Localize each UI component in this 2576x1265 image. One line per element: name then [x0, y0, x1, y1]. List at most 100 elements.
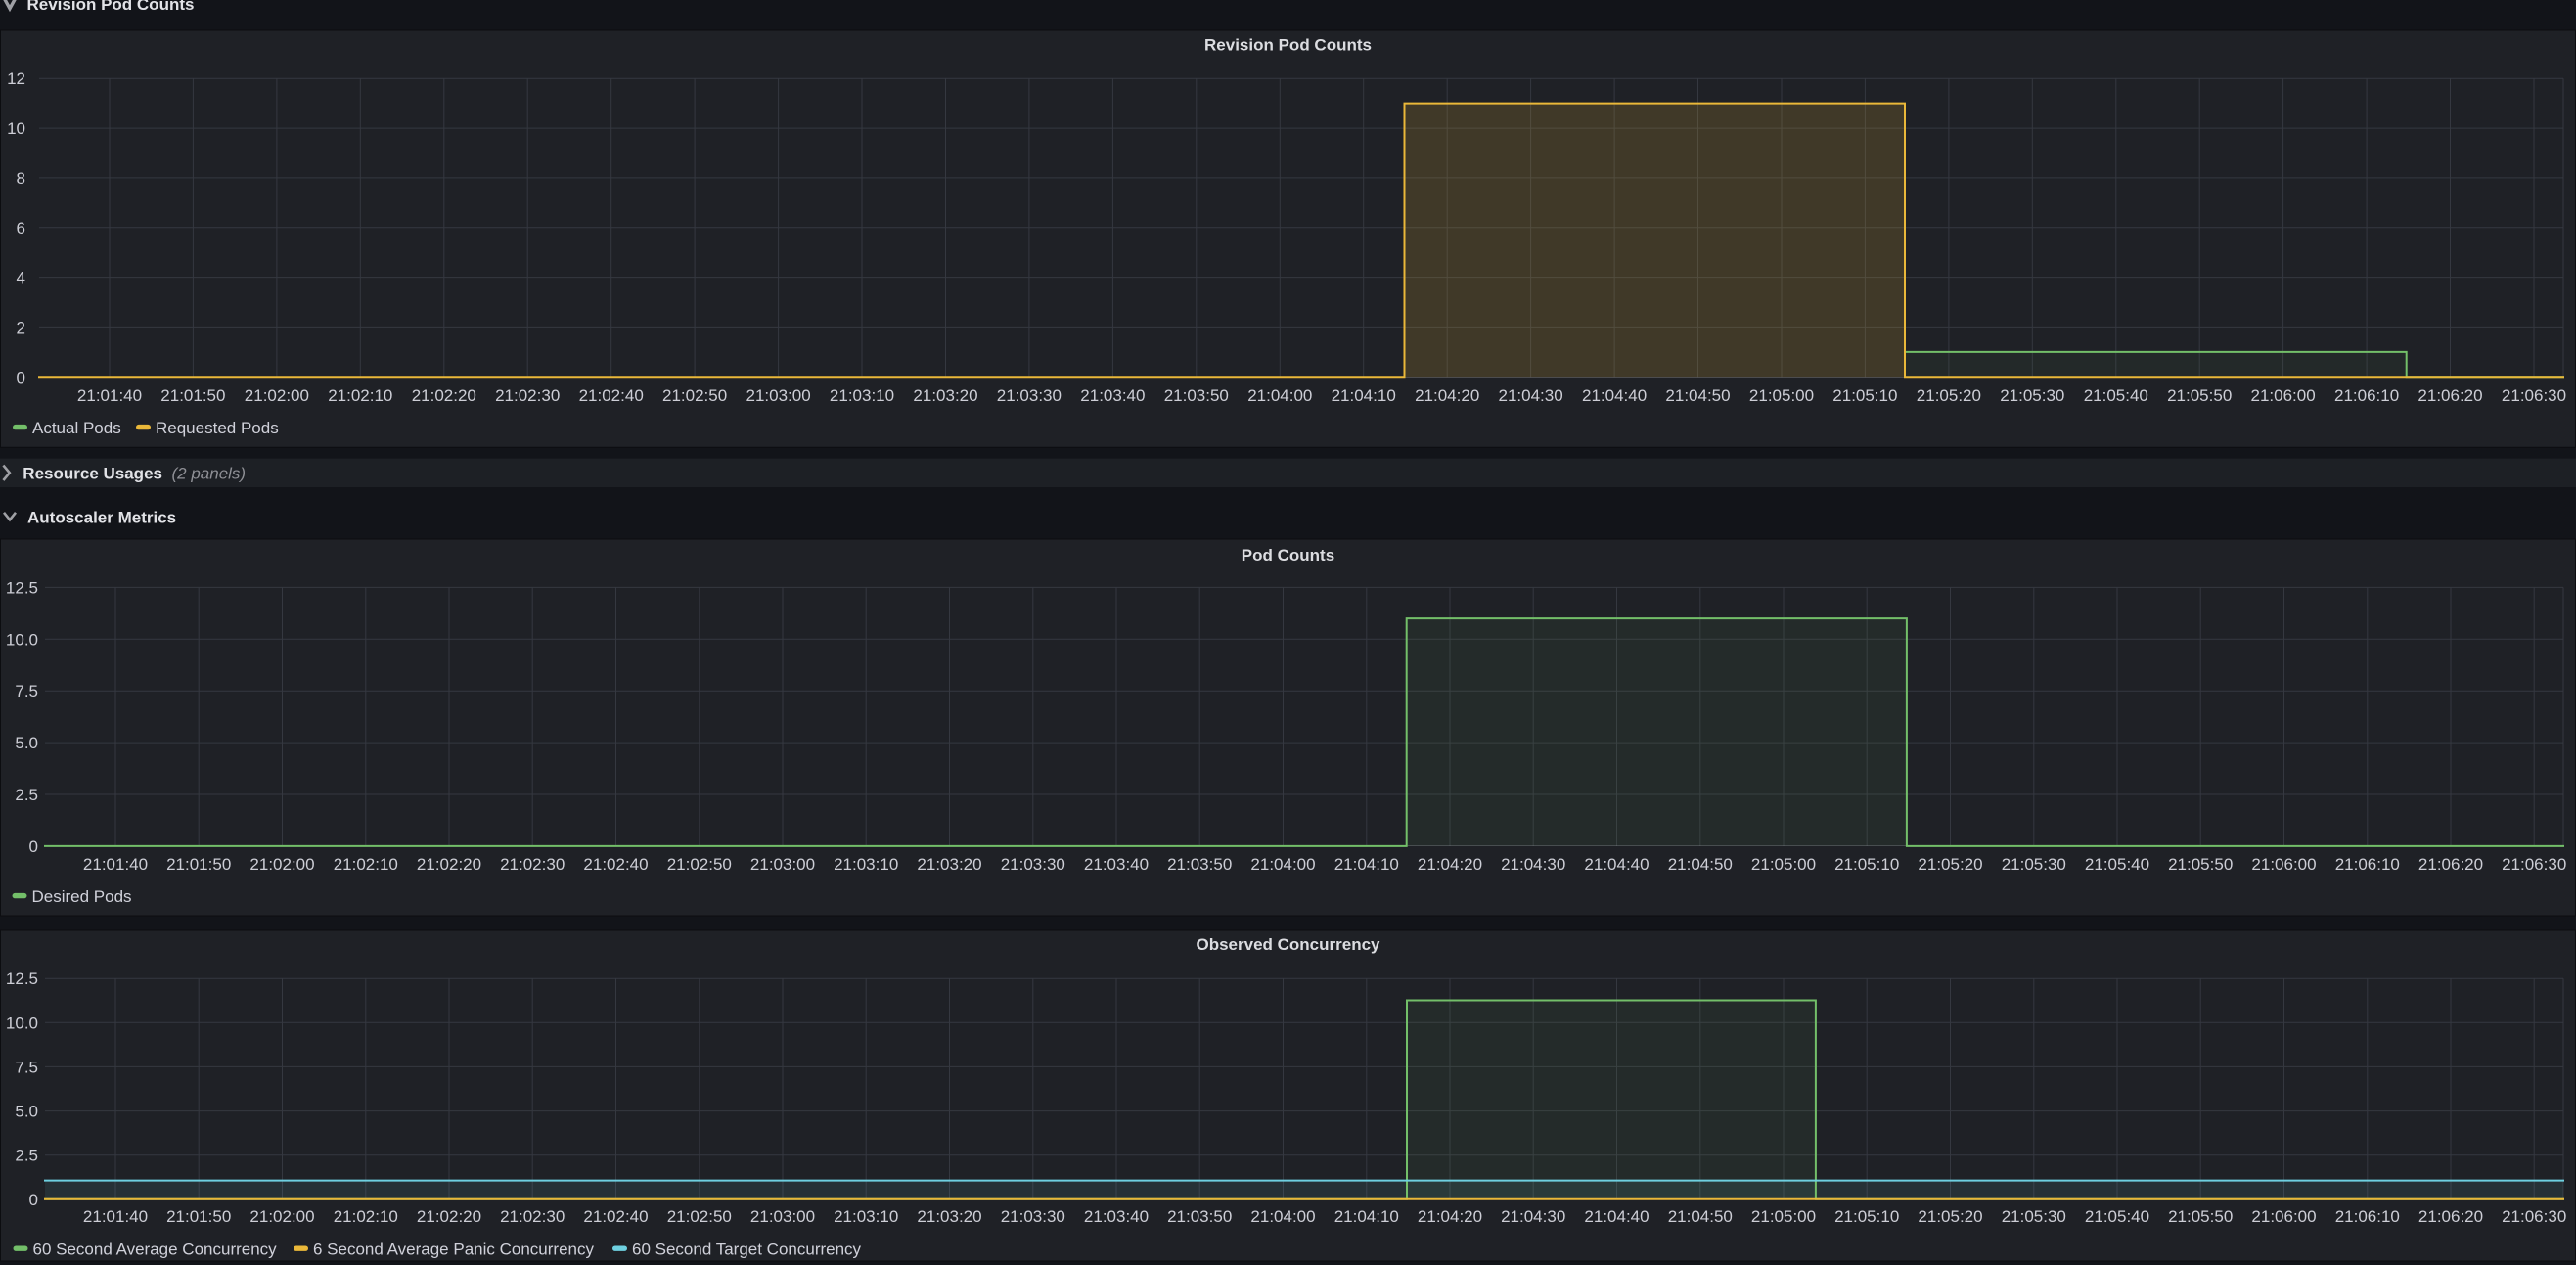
- svg-text:21:05:00: 21:05:00: [1751, 855, 1816, 874]
- svg-text:Observed Concurrency: Observed Concurrency: [1196, 935, 1380, 954]
- svg-text:Requested Pods: Requested Pods: [156, 419, 279, 437]
- svg-text:21:04:10: 21:04:10: [1334, 1207, 1399, 1226]
- svg-text:21:04:30: 21:04:30: [1501, 855, 1565, 874]
- svg-text:Desired Pods: Desired Pods: [32, 887, 132, 906]
- svg-text:21:04:00: 21:04:00: [1250, 855, 1315, 874]
- svg-text:21:06:10: 21:06:10: [2335, 1207, 2400, 1226]
- svg-text:(2 panels): (2 panels): [172, 465, 247, 483]
- svg-text:21:04:30: 21:04:30: [1499, 386, 1563, 405]
- svg-text:21:06:30: 21:06:30: [2502, 855, 2566, 874]
- svg-text:21:02:10: 21:02:10: [334, 855, 398, 874]
- svg-text:2: 2: [17, 318, 25, 337]
- svg-text:21:01:40: 21:01:40: [83, 855, 148, 874]
- svg-text:Revision Pod Counts: Revision Pod Counts: [1204, 36, 1372, 55]
- svg-text:21:02:30: 21:02:30: [500, 855, 565, 874]
- svg-text:Resource Usages: Resource Usages: [23, 465, 162, 483]
- svg-text:21:02:50: 21:02:50: [667, 1207, 732, 1226]
- svg-text:21:06:00: 21:06:00: [2251, 386, 2316, 405]
- svg-text:21:03:20: 21:03:20: [917, 855, 981, 874]
- svg-text:60 Second Target Concurrency: 60 Second Target Concurrency: [632, 1240, 862, 1258]
- svg-text:21:04:40: 21:04:40: [1582, 386, 1647, 405]
- svg-text:21:02:00: 21:02:00: [245, 386, 309, 405]
- svg-text:21:06:10: 21:06:10: [2334, 386, 2399, 405]
- svg-text:21:03:50: 21:03:50: [1164, 386, 1229, 405]
- svg-text:21:05:50: 21:05:50: [2168, 855, 2233, 874]
- svg-text:21:04:00: 21:04:00: [1247, 386, 1312, 405]
- svg-text:8: 8: [17, 169, 25, 188]
- svg-text:21:05:10: 21:05:10: [1832, 386, 1897, 405]
- svg-text:21:05:40: 21:05:40: [2085, 855, 2149, 874]
- svg-text:21:04:10: 21:04:10: [1334, 855, 1399, 874]
- svg-text:21:05:10: 21:05:10: [1834, 1207, 1899, 1226]
- svg-text:21:02:10: 21:02:10: [328, 386, 392, 405]
- svg-text:21:06:20: 21:06:20: [2418, 855, 2483, 874]
- svg-text:21:02:40: 21:02:40: [583, 1207, 648, 1226]
- svg-text:21:03:20: 21:03:20: [917, 1207, 981, 1226]
- svg-text:21:03:00: 21:03:00: [746, 386, 811, 405]
- svg-text:10.0: 10.0: [6, 1014, 38, 1032]
- svg-text:21:01:50: 21:01:50: [166, 855, 231, 874]
- svg-text:21:06:10: 21:06:10: [2335, 855, 2400, 874]
- svg-text:21:03:50: 21:03:50: [1167, 1207, 1232, 1226]
- svg-text:21:02:30: 21:02:30: [495, 386, 560, 405]
- svg-text:6 Second Average Panic Concurr: 6 Second Average Panic Concurrency: [313, 1240, 594, 1258]
- svg-text:21:03:30: 21:03:30: [1001, 1207, 1065, 1226]
- svg-text:12: 12: [7, 69, 25, 88]
- svg-text:21:04:50: 21:04:50: [1665, 386, 1730, 405]
- svg-text:21:02:40: 21:02:40: [583, 855, 648, 874]
- svg-text:21:05:10: 21:05:10: [1834, 855, 1899, 874]
- svg-text:21:06:20: 21:06:20: [2418, 1207, 2483, 1226]
- svg-text:0: 0: [17, 368, 25, 386]
- svg-text:7.5: 7.5: [15, 1058, 38, 1076]
- svg-text:0: 0: [29, 837, 38, 856]
- svg-text:21:05:50: 21:05:50: [2167, 386, 2232, 405]
- svg-text:21:01:50: 21:01:50: [166, 1207, 231, 1226]
- svg-text:21:06:20: 21:06:20: [2418, 386, 2482, 405]
- svg-text:21:06:00: 21:06:00: [2251, 855, 2316, 874]
- svg-text:21:02:50: 21:02:50: [662, 386, 727, 405]
- svg-text:21:06:30: 21:06:30: [2502, 1207, 2566, 1226]
- svg-text:Revision Pod Counts: Revision Pod Counts: [27, 0, 195, 14]
- svg-text:21:03:10: 21:03:10: [834, 855, 898, 874]
- svg-text:21:03:10: 21:03:10: [834, 1207, 898, 1226]
- svg-text:21:05:40: 21:05:40: [2084, 386, 2148, 405]
- svg-text:21:05:50: 21:05:50: [2168, 1207, 2233, 1226]
- svg-text:12.5: 12.5: [6, 578, 38, 597]
- svg-text:10.0: 10.0: [6, 630, 38, 649]
- svg-text:21:04:20: 21:04:20: [1415, 386, 1479, 405]
- svg-text:21:02:10: 21:02:10: [334, 1207, 398, 1226]
- svg-text:Actual Pods: Actual Pods: [32, 419, 121, 437]
- svg-text:0: 0: [29, 1191, 38, 1209]
- svg-text:21:02:40: 21:02:40: [579, 386, 644, 405]
- svg-text:21:06:00: 21:06:00: [2251, 1207, 2316, 1226]
- svg-text:21:05:30: 21:05:30: [2002, 1207, 2066, 1226]
- svg-text:21:04:50: 21:04:50: [1668, 855, 1733, 874]
- svg-text:Autoscaler Metrics: Autoscaler Metrics: [27, 508, 176, 526]
- svg-text:21:01:40: 21:01:40: [83, 1207, 148, 1226]
- svg-text:60 Second Average Concurrency: 60 Second Average Concurrency: [33, 1240, 278, 1258]
- svg-text:6: 6: [17, 219, 25, 238]
- svg-text:21:04:20: 21:04:20: [1418, 855, 1482, 874]
- svg-text:21:05:20: 21:05:20: [1918, 1207, 1982, 1226]
- svg-text:21:04:40: 21:04:40: [1584, 855, 1649, 874]
- svg-text:21:03:20: 21:03:20: [913, 386, 977, 405]
- svg-text:21:04:50: 21:04:50: [1668, 1207, 1733, 1226]
- svg-text:21:05:30: 21:05:30: [2002, 855, 2066, 874]
- svg-text:21:03:00: 21:03:00: [750, 855, 815, 874]
- svg-text:21:04:20: 21:04:20: [1418, 1207, 1482, 1226]
- svg-text:2.5: 2.5: [15, 786, 38, 804]
- svg-text:21:03:50: 21:03:50: [1167, 855, 1232, 874]
- svg-text:21:03:30: 21:03:30: [997, 386, 1062, 405]
- svg-text:21:03:40: 21:03:40: [1084, 1207, 1149, 1226]
- svg-text:21:01:50: 21:01:50: [160, 386, 225, 405]
- svg-text:21:04:30: 21:04:30: [1501, 1207, 1565, 1226]
- svg-text:4: 4: [17, 269, 25, 288]
- svg-text:21:06:30: 21:06:30: [2502, 386, 2566, 405]
- svg-text:21:04:10: 21:04:10: [1332, 386, 1396, 405]
- svg-text:21:04:00: 21:04:00: [1250, 1207, 1315, 1226]
- svg-text:21:05:00: 21:05:00: [1751, 1207, 1816, 1226]
- svg-text:2.5: 2.5: [15, 1147, 38, 1165]
- svg-text:21:01:40: 21:01:40: [77, 386, 142, 405]
- svg-text:21:05:40: 21:05:40: [2085, 1207, 2149, 1226]
- svg-text:21:04:40: 21:04:40: [1584, 1207, 1649, 1226]
